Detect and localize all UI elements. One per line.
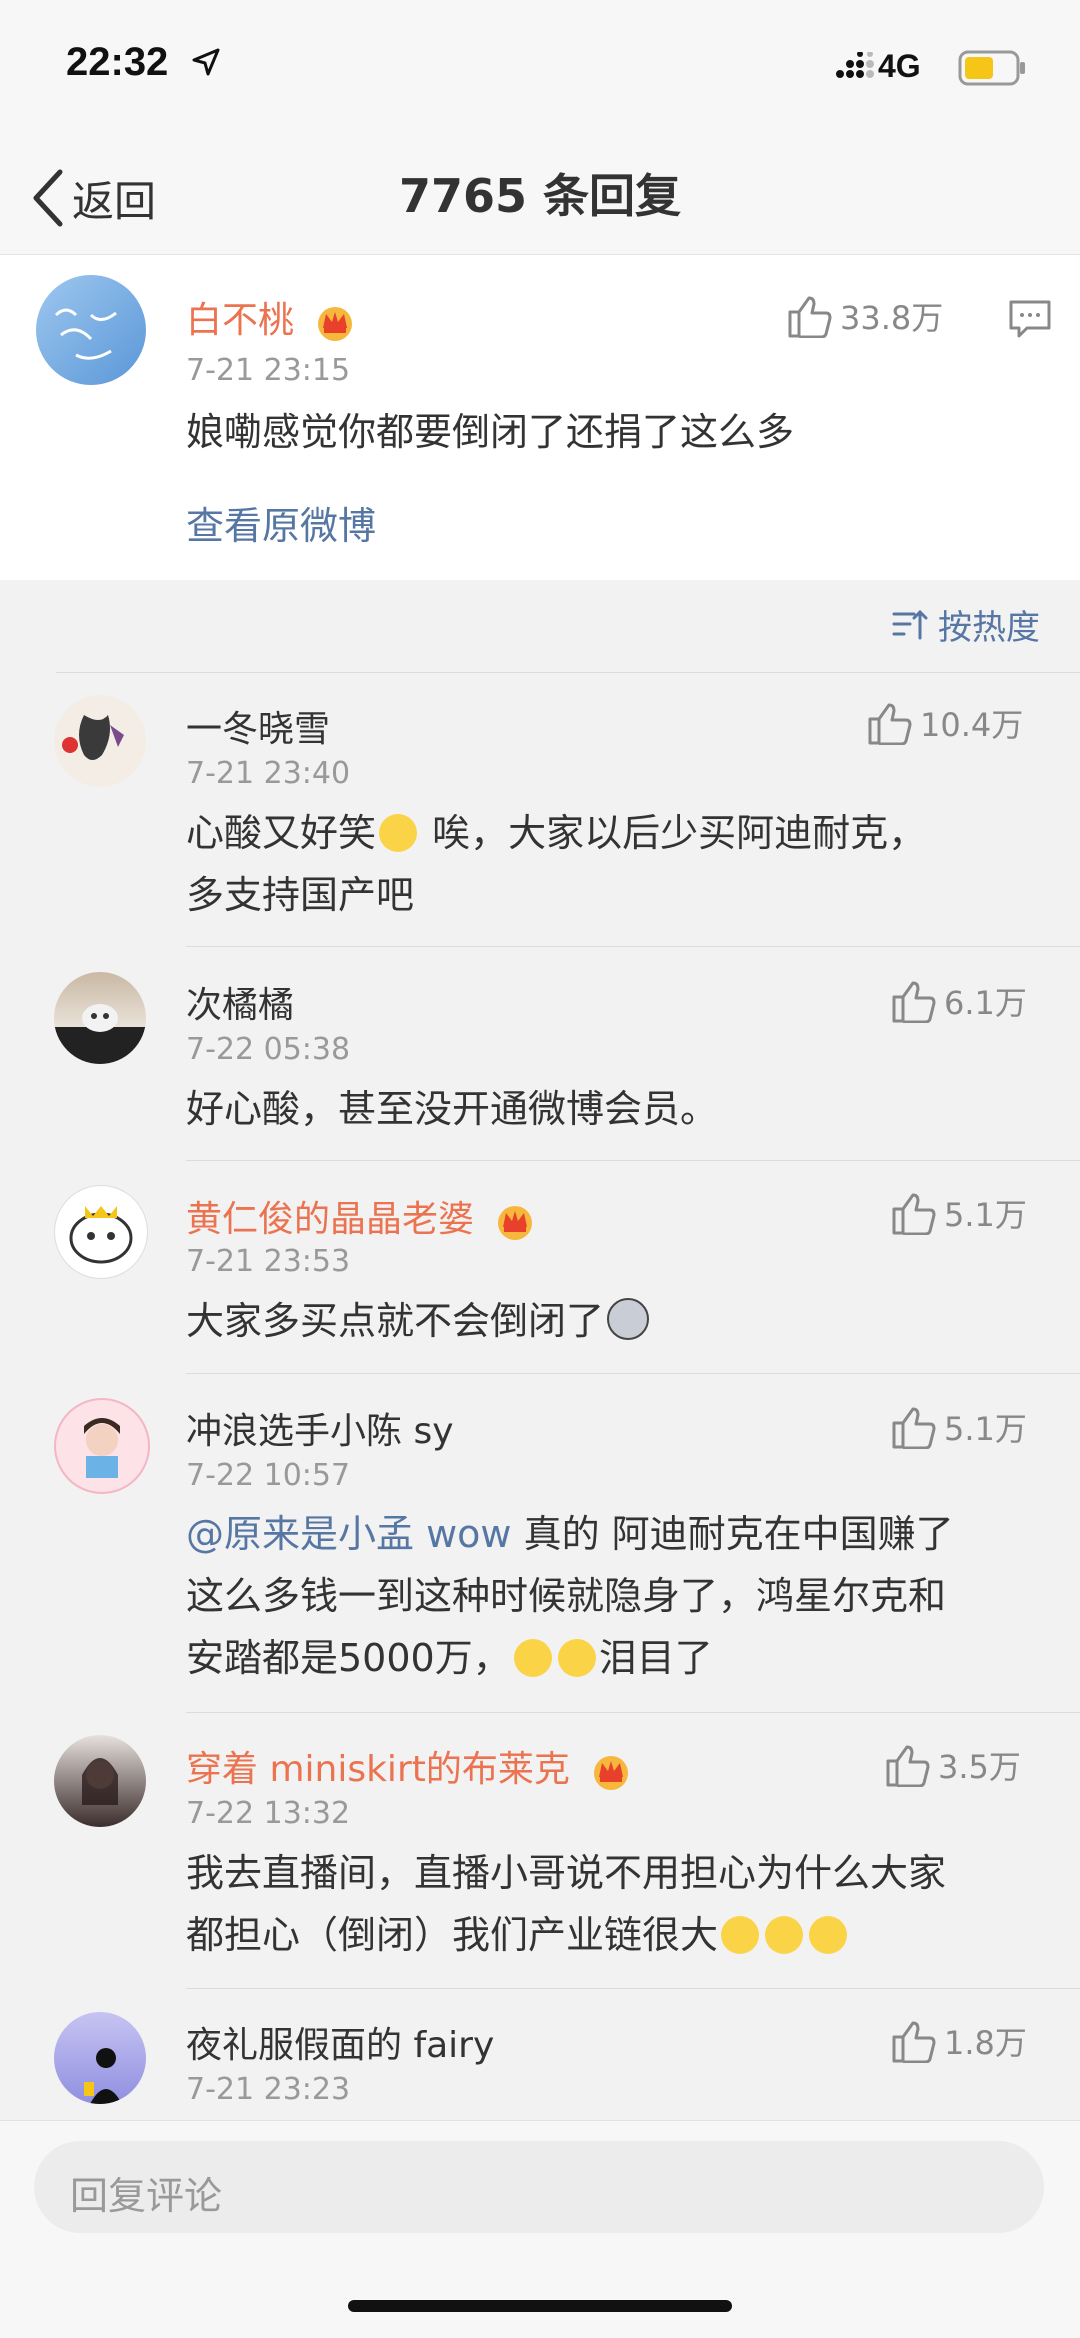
sort-button[interactable]: 按热度	[892, 600, 1040, 649]
like-button[interactable]: 5.1万	[890, 1404, 1027, 1450]
laughing-emoji-icon	[721, 1916, 760, 1954]
network-type: 4G	[878, 48, 921, 84]
avatar[interactable]	[54, 1398, 150, 1494]
main-comment: 白不桃 7-21 23:15 33.8万 娘嘞感觉你都要倒闭了还捐了这么多 查看…	[0, 255, 1080, 580]
divider	[186, 1988, 1080, 1989]
thumbs-up-icon	[892, 1407, 936, 1449]
comment-text: 大家多买点就不会倒闭了	[186, 1290, 652, 1352]
text-segment: 真的 阿迪耐克在中国赚了	[511, 1512, 954, 1556]
comment-time: 7-22 13:32	[186, 1796, 351, 1831]
user-name[interactable]: 冲浪选手小陈 sy	[186, 1402, 454, 1454]
avatar[interactable]	[54, 1735, 146, 1827]
like-button[interactable]: 10.4万	[866, 700, 1023, 746]
like-count: 33.8万	[840, 299, 944, 337]
user-name[interactable]: 白不桃	[186, 291, 357, 343]
user-name-text: 穿着 miniskirt的布莱克	[186, 1749, 570, 1790]
like-button[interactable]: 1.8万	[890, 2018, 1027, 2064]
signal-icon	[836, 51, 874, 84]
user-name[interactable]: 穿着 miniskirt的布莱克	[186, 1740, 633, 1792]
user-name[interactable]: 黄仁俊的晶晶老婆	[186, 1190, 537, 1242]
user-name[interactable]: 夜礼服假面的 fairy	[186, 2016, 494, 2068]
comment-time: 7-21 23:15	[186, 353, 351, 388]
like-count: 5.1万	[944, 1196, 1027, 1234]
like-count: 6.1万	[944, 984, 1027, 1022]
text-segment: 心酸又好笑	[186, 811, 377, 855]
user-name-text: 白不桃	[186, 300, 295, 341]
reply-placeholder: 回复评论	[70, 2174, 223, 2218]
comment-icon[interactable]	[1008, 299, 1052, 343]
like-button[interactable]: 33.8万	[786, 293, 943, 339]
husky-emoji-icon	[607, 1298, 650, 1340]
mention-link[interactable]: @原来是小孟 wow	[186, 1512, 512, 1556]
thumbs-up-icon	[886, 1745, 930, 1787]
text-segment: 大家多买点就不会倒闭了	[186, 1299, 605, 1343]
like-button[interactable]: 6.1万	[890, 978, 1027, 1024]
page-title: 7765 条回复	[398, 169, 682, 223]
avatar[interactable]	[36, 275, 146, 385]
like-count: 5.1万	[944, 1410, 1027, 1448]
text-segment: 都担心（倒闭）我们产业链很大	[186, 1913, 719, 1957]
sort-label: 按热度	[938, 608, 1040, 648]
thumbs-up-icon	[788, 296, 832, 338]
crying-emoji-icon	[379, 814, 418, 852]
thumbs-up-icon	[892, 2021, 936, 2063]
comment-time: 7-21 23:53	[186, 1244, 351, 1279]
like-count: 10.4万	[920, 706, 1024, 744]
like-count: 3.5万	[938, 1748, 1021, 1786]
status-bar: 22:32 4G	[0, 0, 1080, 140]
battery-icon	[958, 50, 1028, 90]
divider	[186, 1160, 1080, 1161]
text-segment: 唉，大家以后少买阿迪耐克，	[432, 811, 927, 855]
comment-time: 7-22 05:38	[186, 1032, 351, 1067]
thumbs-up-icon	[892, 1193, 936, 1235]
divider	[186, 1373, 1080, 1374]
comment-text: 娘嘞感觉你都要倒闭了还捐了这么多	[186, 410, 795, 454]
avatar[interactable]	[54, 695, 146, 787]
comment-time: 7-22 10:57	[186, 1458, 351, 1493]
like-count: 1.8万	[944, 2024, 1027, 2062]
comment-time: 7-21 23:23	[186, 2072, 351, 2107]
vip-crown-icon	[318, 307, 353, 341]
avatar[interactable]	[54, 1185, 148, 1279]
status-time: 22:32	[66, 40, 169, 84]
location-arrow-icon	[192, 48, 220, 80]
divider	[186, 946, 1080, 947]
text-segment: 多支持国产吧	[186, 873, 415, 917]
crying-emoji-icon	[557, 1639, 596, 1677]
comment-text: 我去直播间，直播小哥说不用担心为什么大家 都担心（倒闭）我们产业链很大	[186, 1842, 1066, 1966]
user-name[interactable]: 次橘橘	[186, 976, 294, 1028]
vip-crown-icon	[498, 1206, 533, 1240]
vip-crown-icon	[594, 1756, 629, 1790]
like-button[interactable]: 5.1万	[890, 1190, 1027, 1236]
view-original-link[interactable]: 查看原微博	[186, 495, 376, 550]
text-segment: 我去直播间，直播小哥说不用担心为什么大家	[186, 1851, 947, 1895]
crying-emoji-icon	[513, 1639, 552, 1677]
text-segment: 这么多钱一到这种时候就隐身了，鸿星尔克和	[186, 1574, 947, 1618]
laughing-emoji-icon	[809, 1916, 848, 1954]
user-name-text: 黄仁俊的晶晶老婆	[186, 1199, 475, 1240]
reply-input[interactable]: 回复评论	[34, 2141, 1044, 2233]
sort-icon	[892, 609, 928, 639]
text-segment: 安踏都是5000万，	[186, 1636, 511, 1680]
divider	[186, 1712, 1080, 1713]
divider	[56, 672, 1080, 673]
comment-text: 心酸又好笑 唉，大家以后少买阿迪耐克， 多支持国产吧	[186, 802, 1046, 926]
thumbs-up-icon	[868, 703, 912, 745]
laughing-emoji-icon	[765, 1916, 804, 1954]
avatar[interactable]	[54, 972, 146, 1064]
nav-bar: 返回 7765 条回复	[0, 140, 1080, 255]
user-name[interactable]: 一冬晓雪	[186, 700, 330, 752]
thumbs-up-icon	[892, 981, 936, 1023]
avatar[interactable]	[54, 2012, 146, 2104]
comment-text: 好心酸，甚至没开通微博会员。	[186, 1087, 719, 1131]
home-indicator[interactable]	[348, 2300, 732, 2312]
text-segment: 泪目了	[598, 1636, 713, 1680]
comment-time: 7-21 23:40	[186, 756, 351, 791]
comment-text: @原来是小孟 wow 真的 阿迪耐克在中国赚了 这么多钱一到这种时候就隐身了，鸿…	[186, 1503, 1066, 1689]
like-button[interactable]: 3.5万	[884, 1742, 1021, 1788]
